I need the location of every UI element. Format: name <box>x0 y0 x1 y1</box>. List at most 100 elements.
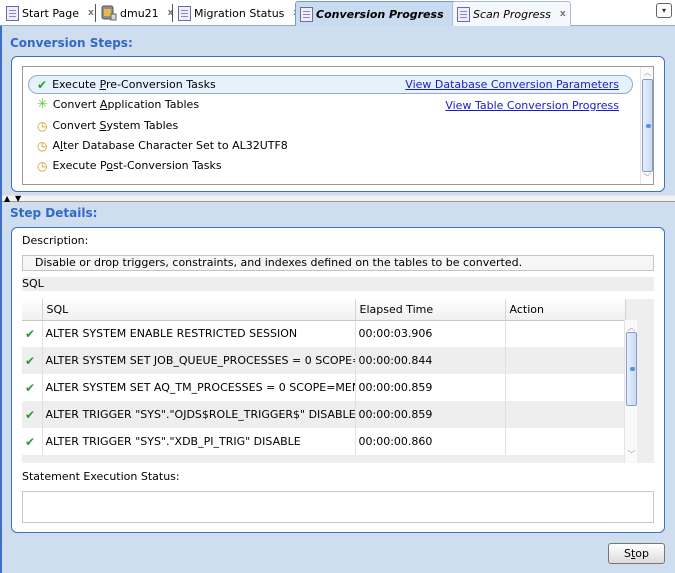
document-icon <box>6 5 19 21</box>
table-row[interactable]: ✔ ALTER TRIGGER "SYS"."OJDS$ROLE_TRIGGER$… <box>22 401 626 428</box>
label-part: Convert <box>52 119 100 132</box>
action-cell <box>505 320 626 347</box>
tab-label: Scan Progress <box>473 7 551 21</box>
action-cell <box>505 374 626 401</box>
spinner-icon: ✳ <box>37 97 48 112</box>
status-cell: ✔ <box>22 374 43 401</box>
step-label: Execute Pre-Conversion Tasks <box>52 78 216 91</box>
checkmark-icon: ✔ <box>25 353 36 368</box>
steps-vertical-scrollbar[interactable]: ︿ ﹀ <box>640 67 653 184</box>
checkmark-icon: ✔ <box>25 326 36 341</box>
step-label: Convert Application Tables <box>53 98 199 111</box>
description-field: Disable or drop triggers, constraints, a… <box>22 255 654 271</box>
sql-cell: ALTER SYSTEM ENABLE RESTRICTED SESSION <box>42 320 356 347</box>
conversion-steps-heading: Conversion Steps: <box>10 36 133 50</box>
clock-pending-icon: ◷ <box>37 118 48 133</box>
table-row[interactable]: ✔ ALTER SYSTEM SET JOB_QUEUE_PROCESSES = … <box>22 347 626 374</box>
label-part: op <box>635 547 650 560</box>
panel-splitter[interactable]: ▲ ▼ <box>2 194 675 203</box>
checkmark-icon: ✔ <box>25 380 36 395</box>
status-cell: ✔ <box>22 347 43 374</box>
action-cell <box>505 347 626 374</box>
elapsed-time-cell: 00:00:00.844 <box>355 347 506 374</box>
document-icon <box>457 6 470 22</box>
elapsed-time-cell: 00:00:03.906 <box>355 320 506 347</box>
label-part: st-Conversion Tasks <box>112 159 222 172</box>
label-part: A <box>52 139 61 152</box>
table-row[interactable]: ✔ ALTER SYSTEM SET AQ_TM_PROCESSES = 0 SC… <box>22 374 626 401</box>
step-details-heading: Step Details: <box>10 206 98 220</box>
column-header-action[interactable]: Action <box>505 299 626 321</box>
column-header-elapsed-time[interactable]: Elapsed Time <box>355 299 506 321</box>
mnemonic: o <box>106 159 113 172</box>
scroll-up-arrow-icon[interactable]: ︿ <box>641 67 654 79</box>
checkmark-icon: ✔ <box>25 434 36 449</box>
expand-up-arrow-icon[interactable]: ▲ <box>4 194 10 203</box>
checkmark-icon: ✔ <box>25 407 36 422</box>
step-convert-application-tables[interactable]: ✳ Convert Application Tables <box>37 95 199 114</box>
label-part: ter Database Character Set to AL32UTF8 <box>63 139 288 152</box>
status-cell: ✔ <box>22 428 43 455</box>
step-label: Convert System Tables <box>52 119 178 132</box>
action-cell <box>505 428 626 455</box>
step-alter-database-character-set[interactable]: ◷ Alter Database Character Set to AL32UT… <box>37 136 288 155</box>
column-header-sql[interactable]: SQL <box>42 299 356 321</box>
label-part: ystem Tables <box>106 119 179 132</box>
sql-cell: ALTER SYSTEM SET JOB_QUEUE_PROCESSES = 0… <box>42 347 356 374</box>
sql-section-header: SQL <box>22 277 654 291</box>
table-row[interactable]: ✔ ALTER SYSTEM ENABLE RESTRICTED SESSION 0… <box>22 320 626 347</box>
chevron-down-icon: ▾ <box>661 6 666 15</box>
step-convert-system-tables[interactable]: ◷ Convert System Tables <box>37 116 178 135</box>
sql-cell: ALTER TRIGGER "SYS"."OJDS$ROLE_TRIGGER$"… <box>42 401 356 428</box>
table-row[interactable]: ✔ ALTER TRIGGER "SYS"."XDB_PI_TRIG" DISAB… <box>22 428 626 455</box>
table-header-row: SQL Elapsed Time Action <box>22 299 626 321</box>
close-icon[interactable]: x <box>88 8 94 18</box>
label-part: pplication Tables <box>107 98 200 111</box>
step-label: Alter Database Character Set to AL32UTF8 <box>52 139 287 152</box>
document-icon <box>178 5 191 21</box>
status-cell: ✔ <box>22 320 43 347</box>
label-part: S <box>623 547 631 560</box>
tab-separator <box>172 4 173 22</box>
sql-cell: ALTER SYSTEM SET AQ_TM_PROCESSES = 0 SCO… <box>42 374 356 401</box>
close-icon[interactable]: x <box>560 9 566 19</box>
scrollbar-thumb[interactable] <box>626 332 637 406</box>
sql-cell: ALTER TRIGGER "SYS"."XDB_PI_TRIG" DISABL… <box>42 428 356 455</box>
view-table-conversion-progress-link[interactable]: View Table Conversion Progress <box>445 99 619 112</box>
tab-scan-progress[interactable]: Scan Progress x <box>452 1 571 26</box>
label-part: re-Conversion Tasks <box>106 78 216 91</box>
document-icon <box>300 6 313 22</box>
checkmark-icon: ✔ <box>37 77 48 92</box>
status-cell: ✔ <box>22 401 43 428</box>
elapsed-time-cell: 00:00:00.860 <box>355 428 506 455</box>
scroll-down-arrow-icon[interactable]: ﹀ <box>641 172 654 184</box>
label-part: Convert <box>52 98 100 111</box>
step-execute-pre-conversion-tasks[interactable]: ✔ Execute Pre-Conversion Tasks <box>37 75 216 94</box>
conversion-steps-list: ✔ Execute Pre-Conversion Tasks ✳ Convert… <box>22 66 654 185</box>
sql-label: SQL <box>22 277 44 290</box>
step-execute-post-conversion-tasks[interactable]: ◷ Execute Post-Conversion Tasks <box>37 156 222 175</box>
tab-start-page[interactable]: Start Page x <box>2 2 98 24</box>
stop-button[interactable]: St op <box>608 543 665 564</box>
statement-execution-status-label: Statement Execution Status: <box>22 470 180 483</box>
column-header-status[interactable] <box>22 299 43 321</box>
expand-down-arrow-icon[interactable]: ▼ <box>15 194 21 203</box>
step-label: Execute Post-Conversion Tasks <box>52 159 221 172</box>
tab-separator <box>95 4 96 22</box>
view-database-conversion-parameters-link[interactable]: View Database Conversion Parameters <box>405 78 619 91</box>
scroll-down-arrow-icon[interactable]: ﹀ <box>625 449 638 461</box>
table-vertical-scrollbar[interactable]: ︿ ﹀ <box>624 320 637 463</box>
tab-label: dmu21 <box>120 6 159 20</box>
editor-tab-bar: Start Page x dmu21 x Migration Status x … <box>0 0 675 26</box>
tab-dmu21[interactable]: dmu21 x <box>97 2 177 24</box>
tab-migration-status[interactable]: Migration Status x <box>174 2 303 24</box>
action-cell <box>505 401 626 428</box>
clock-pending-icon: ◷ <box>37 158 48 173</box>
tab-list-dropdown-button[interactable]: ▾ <box>656 3 672 18</box>
scrollbar-thumb[interactable] <box>642 79 653 172</box>
elapsed-time-cell: 00:00:00.859 <box>355 374 506 401</box>
elapsed-time-cell: 00:00:00.859 <box>355 401 506 428</box>
statement-execution-status-field <box>22 491 654 523</box>
label-part: Execute P <box>52 159 107 172</box>
tab-conversion-progress[interactable]: Conversion Progress x <box>295 1 464 26</box>
